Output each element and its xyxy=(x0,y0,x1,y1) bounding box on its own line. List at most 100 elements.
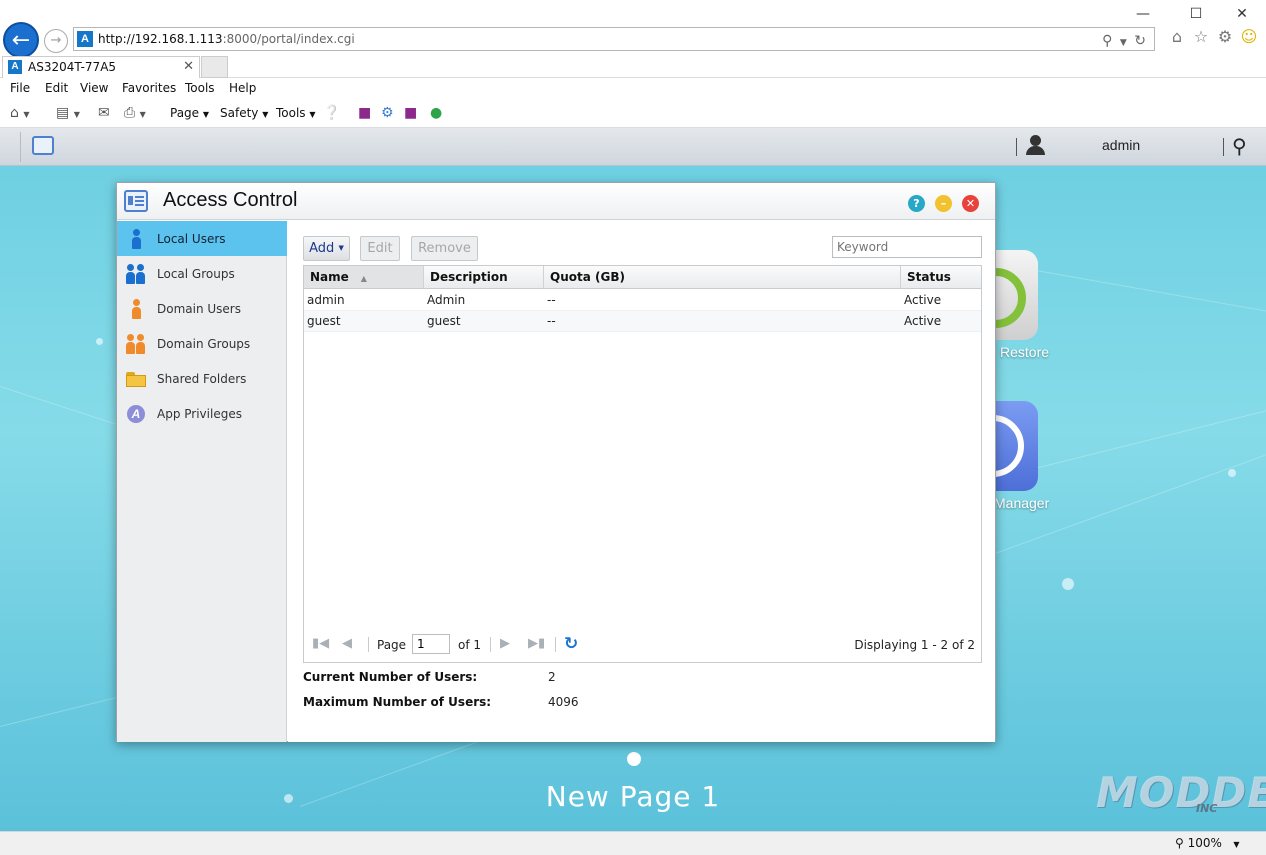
page-number-input[interactable] xyxy=(412,634,450,654)
restore-app-label[interactable]: Restore xyxy=(1000,344,1049,360)
smiley-icon[interactable]: ☺ xyxy=(1237,27,1261,46)
users-group-icon xyxy=(126,264,146,284)
divider xyxy=(1223,138,1224,156)
minus-icon: – xyxy=(940,197,947,210)
page-menu[interactable]: Page ▼ xyxy=(170,106,209,120)
home-icon[interactable]: ⌂ ▼ xyxy=(10,105,30,121)
page-count-label: of 1 xyxy=(458,638,482,652)
column-header-quota[interactable]: Quota (GB) xyxy=(544,266,901,288)
access-control-taskbar-icon[interactable] xyxy=(20,132,64,162)
favorites-star-icon[interactable]: ☆ xyxy=(1189,27,1213,46)
current-users-label: Current Number of Users: xyxy=(303,670,478,684)
cell-quota: -- xyxy=(547,293,556,307)
folder-icon xyxy=(126,369,146,389)
column-header-description[interactable]: Description xyxy=(424,266,544,288)
remove-button[interactable]: Remove xyxy=(411,236,478,261)
onenote-icon[interactable]: ■ xyxy=(358,105,371,121)
keyword-search-input[interactable] xyxy=(832,236,982,258)
sidebar-item-shared-folders[interactable]: Shared Folders xyxy=(117,361,287,396)
safety-menu[interactable]: Safety ▼ xyxy=(220,106,268,120)
table-row[interactable]: admin Admin -- Active xyxy=(304,290,981,311)
tab-active[interactable]: A AS3204T-77A5 ✕ xyxy=(2,56,200,78)
refresh-icon[interactable]: ↻ xyxy=(1134,33,1146,49)
home-icon[interactable]: ⌂ xyxy=(1165,27,1189,46)
current-users-value: 2 xyxy=(548,670,556,684)
help-icon[interactable]: ❔ xyxy=(323,105,340,121)
dropdown-icon[interactable]: ▼ xyxy=(1120,38,1127,48)
forward-button[interactable]: → xyxy=(44,29,68,53)
watermark-logo-inc: INC xyxy=(1196,802,1218,815)
search-icon[interactable]: ⚲ xyxy=(1102,33,1112,49)
column-header-name[interactable]: Name ▲ xyxy=(304,266,424,288)
adm-topbar: admin ⚲ xyxy=(0,128,1266,166)
previous-page-icon[interactable]: ◀ xyxy=(342,636,352,651)
sidebar-item-domain-users[interactable]: Domain Users xyxy=(117,291,287,326)
table-row[interactable]: guest guest -- Active xyxy=(304,311,981,332)
background-dot xyxy=(1062,578,1074,590)
sidebar: Local Users Local Groups Domain Users Do… xyxy=(117,221,287,742)
safety-menu-label: Safety xyxy=(220,106,259,120)
sidebar-item-app-privileges[interactable]: A App Privileges xyxy=(117,396,287,431)
rss-feed-icon[interactable]: ▤ ▼ xyxy=(56,105,80,121)
tab-close-icon[interactable]: ✕ xyxy=(183,59,194,74)
cell-quota: -- xyxy=(547,314,556,328)
refresh-icon[interactable]: ↻ xyxy=(564,634,578,654)
settings-gear-icon[interactable]: ⚙ xyxy=(381,105,394,121)
column-header-status[interactable]: Status xyxy=(901,266,981,288)
domain-user-icon xyxy=(126,299,146,319)
tab-favicon-icon: A xyxy=(8,60,22,74)
id-card-icon xyxy=(124,190,148,212)
adm-username[interactable]: admin xyxy=(1102,137,1140,153)
menu-file[interactable]: File xyxy=(10,81,30,95)
page-indicator-dot[interactable] xyxy=(627,752,641,766)
sort-ascending-icon: ▲ xyxy=(360,274,367,283)
print-icon[interactable]: ⎙ ▼ xyxy=(124,105,146,121)
arrow-left-icon: ← xyxy=(11,28,31,53)
menu-help[interactable]: Help xyxy=(229,81,256,95)
user-icon[interactable] xyxy=(1024,134,1048,158)
menu-view[interactable]: View xyxy=(80,81,108,95)
id-card-icon xyxy=(32,136,54,155)
maximize-icon[interactable]: ☐ xyxy=(1181,4,1211,24)
address-row: ← → A http://192.168.1.113:8000/portal/i… xyxy=(0,22,1266,58)
page-label: Page xyxy=(377,638,407,652)
address-url[interactable]: http://192.168.1.113:8000/portal/index.c… xyxy=(98,32,355,46)
zoom-control[interactable]: ⚲ 100% ▼ xyxy=(1175,836,1240,850)
minimize-icon[interactable]: — xyxy=(1128,4,1158,24)
window-title: Access Control xyxy=(163,189,298,211)
menu-tools[interactable]: Tools xyxy=(185,81,215,95)
chevron-down-icon: ▼ xyxy=(1233,840,1240,849)
new-tab-button[interactable] xyxy=(201,56,228,78)
cell-description: guest xyxy=(427,314,461,328)
next-page-icon[interactable]: ▶ xyxy=(500,636,510,651)
tools-menu[interactable]: Tools ▼ xyxy=(276,106,316,120)
close-icon[interactable]: ✕ xyxy=(1227,4,1257,24)
menu-edit[interactable]: Edit xyxy=(45,81,68,95)
window-help-button[interactable]: ? xyxy=(908,195,925,212)
back-button[interactable]: ← xyxy=(3,22,39,58)
add-button[interactable]: Add ▼ xyxy=(303,236,350,261)
mail-icon[interactable]: ✉ xyxy=(98,105,110,121)
window-close-button[interactable]: ✕ xyxy=(962,195,979,212)
sidebar-item-label: Local Users xyxy=(157,232,226,246)
edit-button[interactable]: Edit xyxy=(360,236,400,261)
search-icon[interactable]: ⚲ xyxy=(1232,134,1247,158)
onenote-link-icon[interactable]: ■ xyxy=(404,105,417,121)
addon-icon[interactable]: ● xyxy=(430,105,442,121)
column-header-label: Name xyxy=(310,270,349,284)
first-page-icon[interactable]: ▮◀ xyxy=(312,636,329,651)
menu-favorites[interactable]: Favorites xyxy=(122,81,176,95)
gear-icon[interactable]: ⚙ xyxy=(1213,27,1237,46)
sidebar-item-local-users[interactable]: Local Users xyxy=(117,221,287,256)
sidebar-item-local-groups[interactable]: Local Groups xyxy=(117,256,287,291)
user-icon xyxy=(126,229,146,249)
sidebar-item-domain-groups[interactable]: Domain Groups xyxy=(117,326,287,361)
sidebar-item-label: App Privileges xyxy=(157,407,242,421)
window-header[interactable]: Access Control ? – ✕ xyxy=(117,183,995,220)
sidebar-item-label: Local Groups xyxy=(157,267,235,281)
pagination-bar: ▮◀ ◀ Page of 1 ▶ ▶▮ ↻ Displaying 1 - 2 o… xyxy=(304,628,981,662)
address-bar[interactable]: A http://192.168.1.113:8000/portal/index… xyxy=(73,27,1155,51)
manager-app-label[interactable]: Manager xyxy=(994,495,1049,511)
last-page-icon[interactable]: ▶▮ xyxy=(528,636,545,651)
window-minimize-button[interactable]: – xyxy=(935,195,952,212)
